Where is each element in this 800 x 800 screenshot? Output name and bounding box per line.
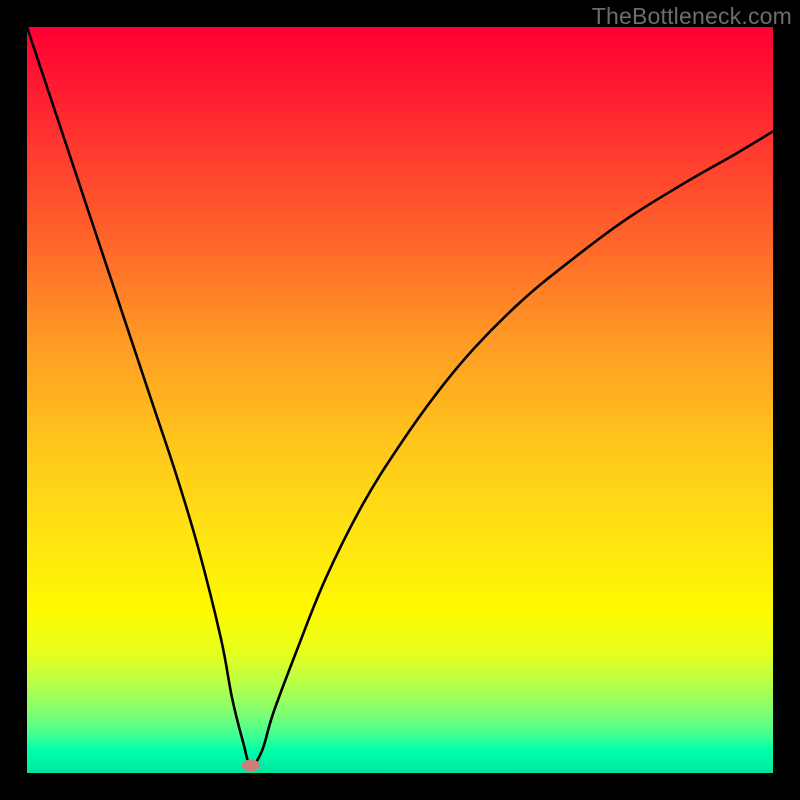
watermark-text: TheBottleneck.com	[592, 3, 792, 30]
bottleneck-curve	[27, 27, 773, 766]
chart-frame: TheBottleneck.com	[0, 0, 800, 800]
chart-svg	[27, 27, 773, 773]
min-marker	[242, 760, 260, 772]
